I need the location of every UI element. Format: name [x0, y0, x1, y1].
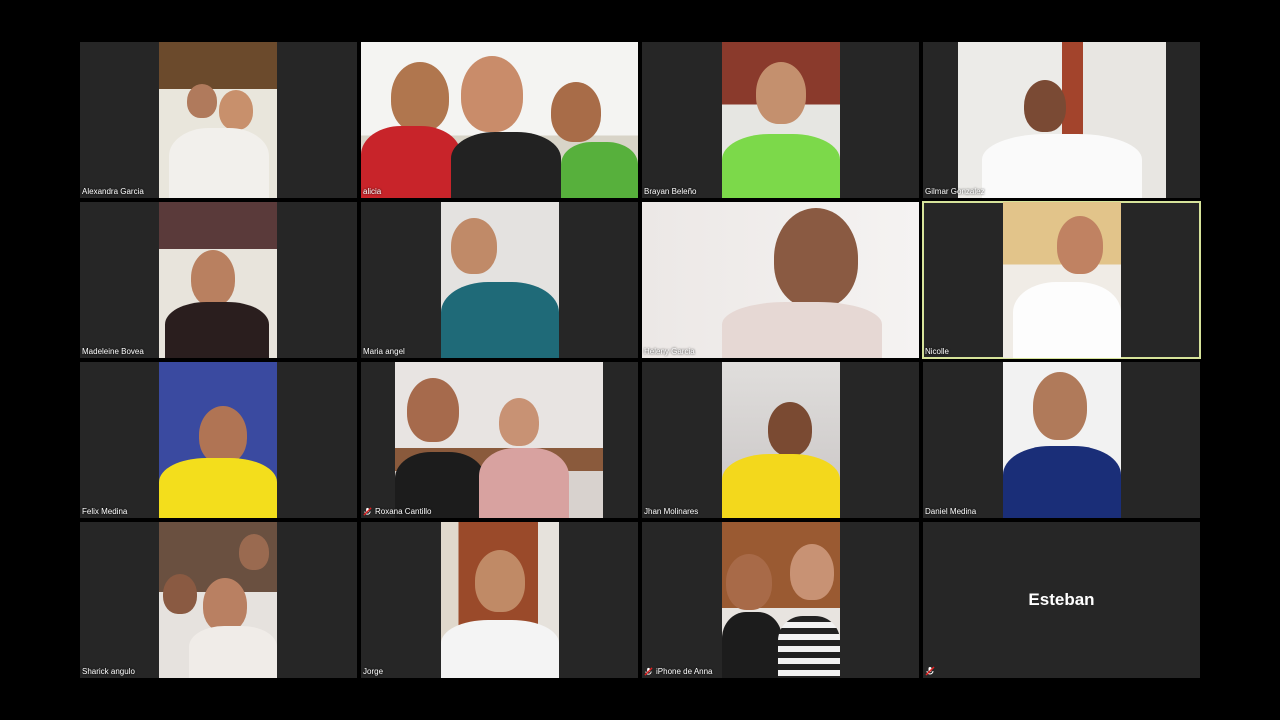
participant-tile[interactable]: Maria angel — [361, 202, 638, 358]
participant-tile[interactable]: Jorge — [361, 522, 638, 678]
video-feed — [395, 362, 603, 518]
video-feed — [159, 202, 277, 358]
participant-name: Madeleine Bovea — [82, 347, 144, 356]
participant-name: iPhone de Anna — [644, 667, 713, 676]
participant-tile-active-speaker[interactable]: Nicolle — [922, 201, 1201, 359]
participant-name: Felix Medina — [82, 507, 128, 516]
participant-name-centered: Esteban — [1028, 590, 1095, 609]
muted-microphone-icon — [363, 507, 372, 516]
participant-tile[interactable]: Roxana Cantillo — [361, 362, 638, 518]
video-feed — [1003, 202, 1121, 358]
video-feed — [642, 202, 919, 358]
participant-tile[interactable]: Jhan Molinares — [642, 362, 919, 518]
participant-name: Daniel Medina — [925, 507, 977, 516]
participant-name: Brayan Beleño — [644, 187, 697, 196]
participant-name: Sharick angulo — [82, 667, 135, 676]
participant-tile[interactable]: Felix Medina — [80, 362, 357, 518]
participant-tile[interactable]: alicia — [361, 42, 638, 198]
participant-tile[interactable]: Brayan Beleño — [642, 42, 919, 198]
participant-tile[interactable]: Gilmar Gonzalez — [923, 42, 1200, 198]
video-feed — [159, 42, 277, 198]
video-feed — [722, 522, 840, 678]
participant-tile[interactable]: Alexandra Garcia — [80, 42, 357, 198]
video-feed — [1003, 362, 1121, 518]
participant-name: alicia — [363, 187, 382, 196]
participant-name: Jhan Molinares — [644, 507, 699, 516]
participant-name: Roxana Cantillo — [363, 507, 431, 516]
gallery-grid: Alexandra Garcia alicia Brayan Beleño Gi… — [80, 42, 1201, 678]
participant-tile[interactable]: Daniel Medina — [923, 362, 1200, 518]
participant-name: Maria angel — [363, 347, 405, 356]
participant-name: Jorge — [363, 667, 384, 676]
participant-tile[interactable]: iPhone de Anna — [642, 522, 919, 678]
participant-name: Alexandra Garcia — [82, 187, 144, 196]
video-feed — [159, 522, 277, 678]
participant-name: Nicolle — [925, 347, 950, 356]
video-feed — [722, 362, 840, 518]
participant-tile[interactable]: Heleny Garcia — [642, 202, 919, 358]
video-feed — [441, 202, 559, 358]
participant-tile-video-off[interactable]: Esteban — [923, 522, 1200, 678]
muted-microphone-icon — [925, 666, 935, 676]
participant-tile[interactable]: Sharick angulo — [80, 522, 357, 678]
video-feed — [159, 362, 277, 518]
participant-name: Gilmar Gonzalez — [925, 187, 985, 196]
video-feed — [361, 42, 638, 198]
muted-microphone-icon — [644, 667, 653, 676]
video-feed — [722, 42, 840, 198]
video-feed — [441, 522, 559, 678]
participant-tile[interactable]: Madeleine Bovea — [80, 202, 357, 358]
video-feed — [958, 42, 1166, 198]
participant-name: Heleny Garcia — [644, 347, 695, 356]
